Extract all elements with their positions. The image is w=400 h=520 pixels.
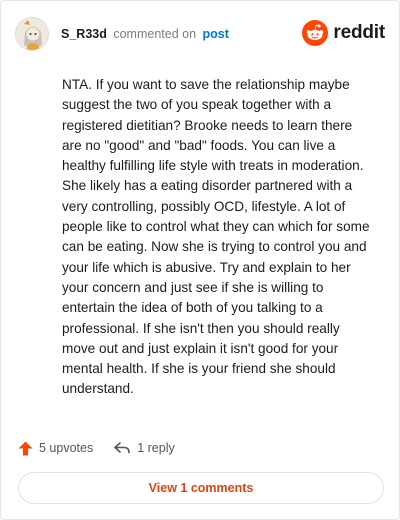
upvotes-count: 5 upvotes bbox=[39, 441, 94, 455]
comment-body: NTA. If you want to save the relationshi… bbox=[62, 77, 370, 397]
avatar-icon bbox=[16, 18, 48, 50]
upvote-button[interactable]: 5 upvotes bbox=[18, 441, 93, 456]
reply-arrow-icon bbox=[114, 442, 131, 454]
username-link[interactable]: S_R33d bbox=[61, 27, 107, 41]
action-text: commented on bbox=[113, 27, 197, 41]
avatar[interactable] bbox=[15, 17, 49, 51]
reply-button[interactable]: 1 reply bbox=[113, 441, 175, 455]
comment-meta: S_R33d commented on post bbox=[61, 27, 229, 41]
reddit-logo-icon bbox=[302, 20, 329, 46]
comment-header: S_R33d commented on post reddit bbox=[15, 17, 385, 51]
reply-count: 1 reply bbox=[137, 441, 175, 455]
comment-card: S_R33d commented on post reddit NTA. If … bbox=[0, 0, 400, 520]
view-comments-button[interactable]: View 1 comments bbox=[18, 472, 384, 504]
brand-logo[interactable]: reddit bbox=[302, 20, 385, 46]
upvote-arrow-icon bbox=[18, 441, 33, 455]
brand-wordmark: reddit bbox=[333, 22, 385, 43]
post-link[interactable]: post bbox=[203, 27, 229, 41]
comment-actions: 5 upvotes 1 reply bbox=[18, 437, 175, 459]
